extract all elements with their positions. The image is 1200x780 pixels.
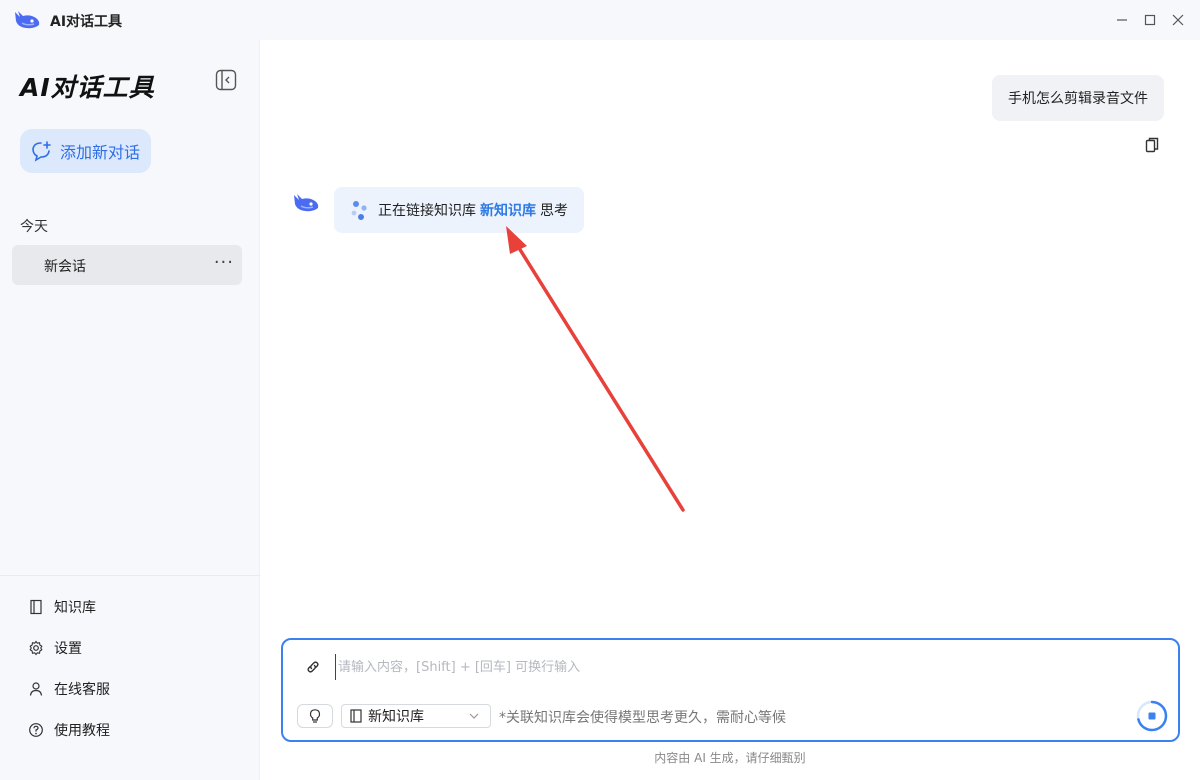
book-icon [350, 709, 362, 723]
chevron-down-icon [469, 713, 479, 719]
knowledge-base-hint: *关联知识库会使得模型思考更久，需耐心等候 [499, 710, 786, 726]
knowledge-base-selected: 新知识库 [368, 709, 424, 725]
chat-input-panel: 新知识库 *关联知识库会使得模型思考更久，需耐心等候 [281, 638, 1180, 742]
lightbulb-icon [309, 709, 321, 723]
knowledge-base-select[interactable]: 新知识库 [341, 704, 491, 728]
stop-generation-button[interactable] [1136, 700, 1168, 732]
ai-content-disclaimer: 内容由 AI 生成，请仔细甄别 [654, 751, 806, 765]
message-input[interactable] [335, 654, 1155, 680]
deep-think-button[interactable] [297, 704, 333, 728]
link-attach-icon[interactable] [303, 657, 323, 677]
